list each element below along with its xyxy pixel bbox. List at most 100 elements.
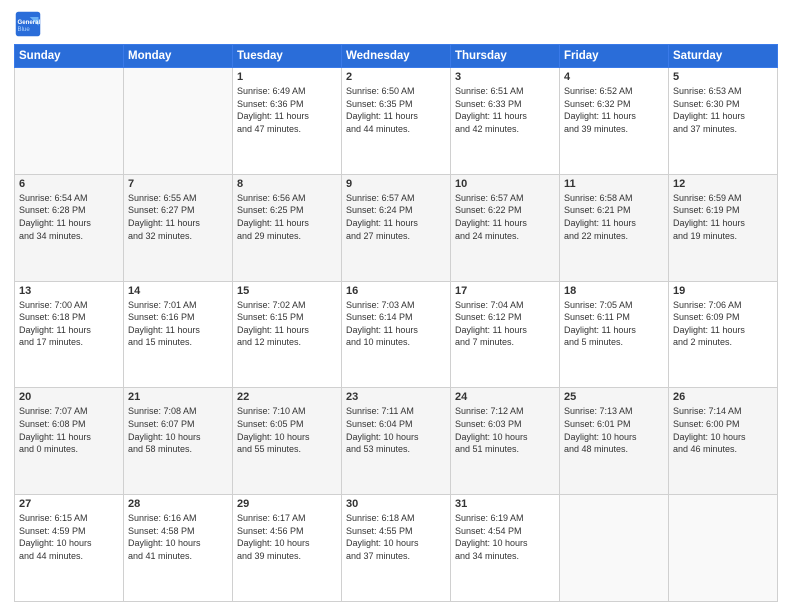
calendar-week-3: 13 Sunrise: 7:00 AM Sunset: 6:18 PM Dayli…	[15, 281, 778, 388]
day-info: Sunrise: 6:19 AM Sunset: 4:54 PM Dayligh…	[455, 512, 555, 562]
calendar-cell: 24Sunrise: 7:12 AM Sunset: 6:03 PM Dayli…	[451, 388, 560, 495]
calendar-cell	[124, 68, 233, 175]
day-number: 25	[564, 391, 664, 403]
calendar-cell: 26 Sunrise: 7:14 AM Sunset: 6:00 PM Dayli…	[669, 388, 778, 495]
calendar-cell: 19Sunrise: 7:06 AM Sunset: 6:09 PM Dayli…	[669, 281, 778, 388]
day-number: 1	[237, 71, 337, 83]
calendar-cell: 18 Sunrise: 7:05 AM Sunset: 6:11 PM Dayli…	[560, 281, 669, 388]
page: General Blue SundayMondayTuesdayWednesda…	[0, 0, 792, 612]
day-number: 17	[455, 285, 555, 297]
calendar-cell: 13 Sunrise: 7:00 AM Sunset: 6:18 PM Dayli…	[15, 281, 124, 388]
day-number: 8	[237, 178, 337, 190]
day-info: Sunrise: 6:50 AM Sunset: 6:35 PM Dayligh…	[346, 85, 446, 135]
logo-icon: General Blue	[14, 10, 42, 38]
weekday-header-saturday: Saturday	[669, 45, 778, 68]
day-number: 5	[673, 71, 773, 83]
day-info: Sunrise: 6:16 AM Sunset: 4:58 PM Dayligh…	[128, 512, 228, 562]
day-number: 12	[673, 178, 773, 190]
day-info: Sunrise: 7:01 AM Sunset: 6:16 PM Dayligh…	[128, 299, 228, 349]
calendar-cell: 7 Sunrise: 6:55 AM Sunset: 6:27 PM Daylig…	[124, 174, 233, 281]
day-info: Sunrise: 6:54 AM Sunset: 6:28 PM Dayligh…	[19, 192, 119, 242]
day-info: Sunrise: 7:08 AM Sunset: 6:07 PM Dayligh…	[128, 405, 228, 455]
day-number: 22	[237, 391, 337, 403]
svg-text:Blue: Blue	[18, 26, 31, 33]
calendar-cell: 25Sunrise: 7:13 AM Sunset: 6:01 PM Dayli…	[560, 388, 669, 495]
day-info: Sunrise: 6:15 AM Sunset: 4:59 PM Dayligh…	[19, 512, 119, 562]
calendar-body: 1Sunrise: 6:49 AM Sunset: 6:36 PM Daylig…	[15, 68, 778, 602]
day-number: 18	[564, 285, 664, 297]
day-number: 24	[455, 391, 555, 403]
day-number: 3	[455, 71, 555, 83]
calendar-cell: 27 Sunrise: 6:15 AM Sunset: 4:59 PM Dayli…	[15, 495, 124, 602]
day-number: 19	[673, 285, 773, 297]
calendar-cell: 30 Sunrise: 6:18 AM Sunset: 4:55 PM Dayli…	[342, 495, 451, 602]
calendar-cell: 10Sunrise: 6:57 AM Sunset: 6:22 PM Dayli…	[451, 174, 560, 281]
calendar-cell: 29 Sunrise: 6:17 AM Sunset: 4:56 PM Dayli…	[233, 495, 342, 602]
logo: General Blue	[14, 10, 42, 38]
day-number: 30	[346, 498, 446, 510]
day-info: Sunrise: 6:18 AM Sunset: 4:55 PM Dayligh…	[346, 512, 446, 562]
day-number: 31	[455, 498, 555, 510]
calendar-cell: 12 Sunrise: 6:59 AM Sunset: 6:19 PM Dayli…	[669, 174, 778, 281]
calendar-cell: 31 Sunrise: 6:19 AM Sunset: 4:54 PM Dayli…	[451, 495, 560, 602]
weekday-header-thursday: Thursday	[451, 45, 560, 68]
day-info: Sunrise: 6:57 AM Sunset: 6:24 PM Dayligh…	[346, 192, 446, 242]
day-number: 9	[346, 178, 446, 190]
day-info: Sunrise: 7:14 AM Sunset: 6:00 PM Dayligh…	[673, 405, 773, 455]
calendar-cell	[15, 68, 124, 175]
day-info: Sunrise: 7:05 AM Sunset: 6:11 PM Dayligh…	[564, 299, 664, 349]
day-info: Sunrise: 6:59 AM Sunset: 6:19 PM Dayligh…	[673, 192, 773, 242]
day-info: Sunrise: 7:11 AM Sunset: 6:04 PM Dayligh…	[346, 405, 446, 455]
day-info: Sunrise: 7:00 AM Sunset: 6:18 PM Dayligh…	[19, 299, 119, 349]
day-number: 15	[237, 285, 337, 297]
day-number: 7	[128, 178, 228, 190]
calendar-cell: 14 Sunrise: 7:01 AM Sunset: 6:16 PM Dayli…	[124, 281, 233, 388]
day-number: 20	[19, 391, 119, 403]
weekday-header-monday: Monday	[124, 45, 233, 68]
day-info: Sunrise: 6:58 AM Sunset: 6:21 PM Dayligh…	[564, 192, 664, 242]
day-info: Sunrise: 6:56 AM Sunset: 6:25 PM Dayligh…	[237, 192, 337, 242]
svg-text:General: General	[18, 19, 41, 26]
day-info: Sunrise: 6:55 AM Sunset: 6:27 PM Dayligh…	[128, 192, 228, 242]
calendar-cell: 6Sunrise: 6:54 AM Sunset: 6:28 PM Daylig…	[15, 174, 124, 281]
day-info: Sunrise: 7:07 AM Sunset: 6:08 PM Dayligh…	[19, 405, 119, 455]
calendar-cell: 5Sunrise: 6:53 AM Sunset: 6:30 PM Daylig…	[669, 68, 778, 175]
calendar-cell: 15 Sunrise: 7:02 AM Sunset: 6:15 PM Dayli…	[233, 281, 342, 388]
day-number: 29	[237, 498, 337, 510]
calendar-cell: 16Sunrise: 7:03 AM Sunset: 6:14 PM Dayli…	[342, 281, 451, 388]
calendar-week-5: 27 Sunrise: 6:15 AM Sunset: 4:59 PM Dayli…	[15, 495, 778, 602]
calendar-cell: 20 Sunrise: 7:07 AM Sunset: 6:08 PM Dayli…	[15, 388, 124, 495]
day-number: 2	[346, 71, 446, 83]
calendar-week-1: 1Sunrise: 6:49 AM Sunset: 6:36 PM Daylig…	[15, 68, 778, 175]
header: General Blue	[14, 10, 778, 38]
calendar-cell	[669, 495, 778, 602]
day-info: Sunrise: 6:17 AM Sunset: 4:56 PM Dayligh…	[237, 512, 337, 562]
calendar-cell: 17Sunrise: 7:04 AM Sunset: 6:12 PM Dayli…	[451, 281, 560, 388]
day-number: 14	[128, 285, 228, 297]
calendar-week-4: 20 Sunrise: 7:07 AM Sunset: 6:08 PM Dayli…	[15, 388, 778, 495]
calendar-header: SundayMondayTuesdayWednesdayThursdayFrid…	[15, 45, 778, 68]
day-number: 4	[564, 71, 664, 83]
calendar-cell: 23Sunrise: 7:11 AM Sunset: 6:04 PM Dayli…	[342, 388, 451, 495]
weekday-header-sunday: Sunday	[15, 45, 124, 68]
calendar-cell: 9 Sunrise: 6:57 AM Sunset: 6:24 PM Daylig…	[342, 174, 451, 281]
calendar-cell: 28Sunrise: 6:16 AM Sunset: 4:58 PM Dayli…	[124, 495, 233, 602]
calendar-cell: 4 Sunrise: 6:52 AM Sunset: 6:32 PM Daylig…	[560, 68, 669, 175]
day-info: Sunrise: 6:51 AM Sunset: 6:33 PM Dayligh…	[455, 85, 555, 135]
weekday-header-friday: Friday	[560, 45, 669, 68]
day-number: 27	[19, 498, 119, 510]
calendar-cell: 21Sunrise: 7:08 AM Sunset: 6:07 PM Dayli…	[124, 388, 233, 495]
day-info: Sunrise: 6:52 AM Sunset: 6:32 PM Dayligh…	[564, 85, 664, 135]
day-info: Sunrise: 7:03 AM Sunset: 6:14 PM Dayligh…	[346, 299, 446, 349]
calendar-cell: 3 Sunrise: 6:51 AM Sunset: 6:33 PM Daylig…	[451, 68, 560, 175]
day-info: Sunrise: 6:57 AM Sunset: 6:22 PM Dayligh…	[455, 192, 555, 242]
day-info: Sunrise: 7:02 AM Sunset: 6:15 PM Dayligh…	[237, 299, 337, 349]
calendar-cell	[560, 495, 669, 602]
day-number: 13	[19, 285, 119, 297]
day-number: 26	[673, 391, 773, 403]
calendar-cell: 11Sunrise: 6:58 AM Sunset: 6:21 PM Dayli…	[560, 174, 669, 281]
calendar-cell: 2 Sunrise: 6:50 AM Sunset: 6:35 PM Daylig…	[342, 68, 451, 175]
weekday-header-tuesday: Tuesday	[233, 45, 342, 68]
weekday-row: SundayMondayTuesdayWednesdayThursdayFrid…	[15, 45, 778, 68]
calendar-cell: 1Sunrise: 6:49 AM Sunset: 6:36 PM Daylig…	[233, 68, 342, 175]
